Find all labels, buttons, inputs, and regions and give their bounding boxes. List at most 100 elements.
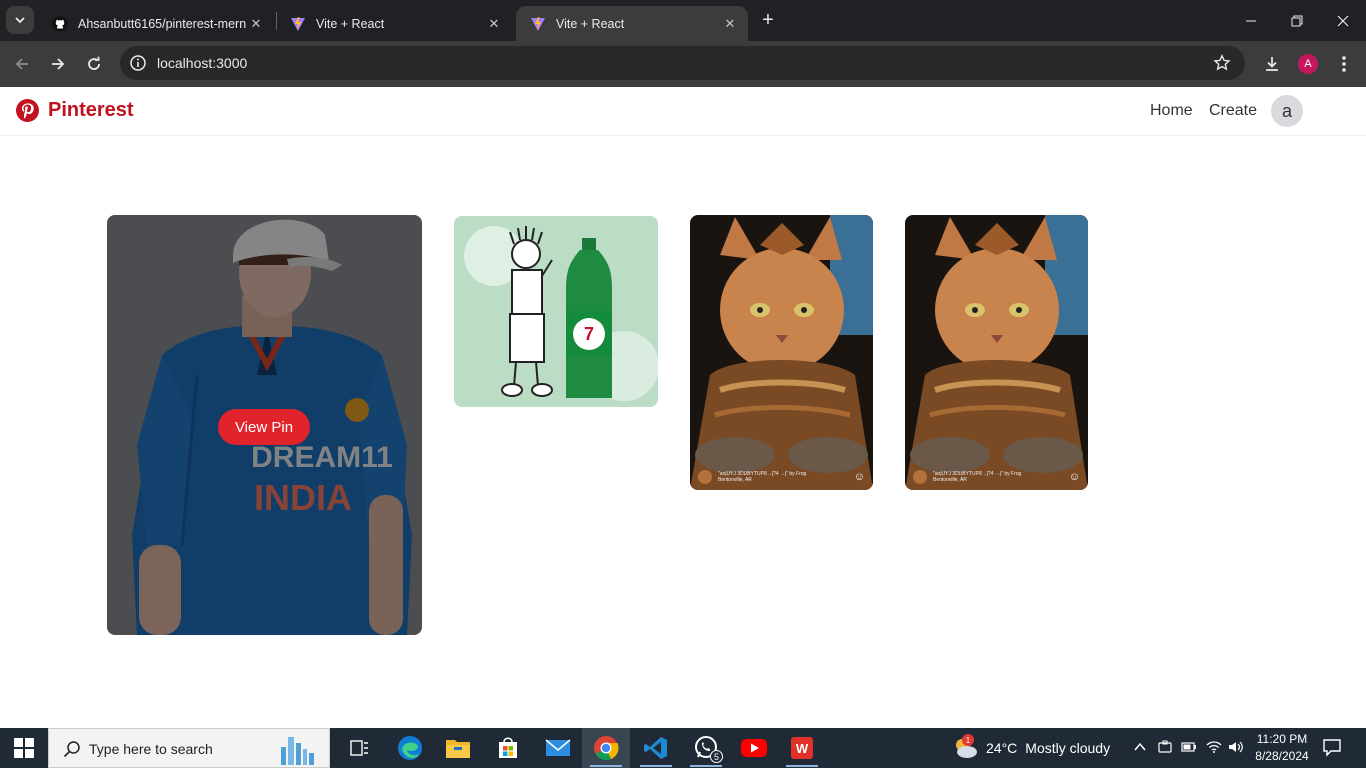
- browser-tab-vite-active[interactable]: Vite + React ✕: [516, 6, 748, 41]
- new-tab-button[interactable]: +: [756, 8, 780, 32]
- caption-text: "aojUYJ 3DUBYTUP8→[?4 →j" by Frog Bentonv…: [933, 471, 1022, 483]
- profile-button[interactable]: A: [1294, 50, 1322, 78]
- url-text[interactable]: localhost:3000: [157, 55, 247, 71]
- reload-icon: [88, 56, 100, 70]
- close-window-button[interactable]: [1320, 0, 1366, 41]
- close-tab-icon[interactable]: ✕: [246, 14, 266, 34]
- pin-card[interactable]: 7: [454, 216, 658, 407]
- close-tab-icon[interactable]: ✕: [484, 14, 504, 34]
- arrow-left-icon: [15, 58, 28, 70]
- browser-tab-bar: Ahsanbutt6165/pinterest-mern ✕ Vite + Re…: [0, 0, 1366, 41]
- back-button[interactable]: [8, 50, 36, 78]
- wifi-icon: [1206, 741, 1222, 753]
- close-tab-icon[interactable]: ✕: [720, 14, 740, 34]
- system-clock[interactable]: 11:20 PM 8/28/2024: [1250, 731, 1314, 765]
- forward-button[interactable]: [44, 50, 72, 78]
- file-explorer-icon: [446, 740, 470, 758]
- site-info-icon[interactable]: [129, 54, 147, 72]
- more-vertical-icon: [1342, 56, 1346, 72]
- minimize-icon: [1246, 20, 1256, 21]
- arrow-right-icon: [52, 58, 65, 70]
- pin-image-cat: [690, 215, 873, 490]
- pin-card[interactable]: DREAM11 INDIA View Pin: [107, 215, 422, 635]
- close-icon: [1337, 15, 1349, 26]
- start-button[interactable]: [14, 738, 34, 763]
- wps-icon: W: [791, 737, 813, 759]
- tab-title: Ahsanbutt6165/pinterest-mern: [78, 16, 246, 31]
- browser-tab-vite-1[interactable]: Vite + React ✕: [276, 6, 512, 41]
- pin-image-7up: 7: [454, 216, 658, 407]
- battery-button[interactable]: [1181, 740, 1197, 757]
- pin-caption: "aojUYJ 3DUBYTUP8→[?4 →j" by Frog Bentonv…: [905, 464, 1088, 490]
- youtube-taskbar-button[interactable]: [730, 728, 778, 768]
- minimize-button[interactable]: [1228, 0, 1274, 41]
- task-view-icon: [350, 740, 368, 756]
- taskbar-search[interactable]: Type here to search: [48, 728, 330, 768]
- file-explorer-taskbar-button[interactable]: [434, 728, 482, 768]
- chrome-taskbar-button[interactable]: [582, 728, 630, 768]
- tab-title: Vite + React: [316, 16, 385, 31]
- bookmark-star-icon[interactable]: [1213, 54, 1231, 72]
- chevron-down-icon: [15, 17, 25, 24]
- store-icon: [499, 737, 517, 758]
- downloads-button[interactable]: [1258, 50, 1286, 78]
- svg-text:7: 7: [584, 324, 594, 344]
- browser-menu-button[interactable]: [1330, 50, 1358, 78]
- search-icon: [63, 741, 80, 758]
- weather-alert-badge: 1: [962, 734, 974, 746]
- creator-badge-icon: ☺: [1068, 471, 1080, 483]
- pin-image-cat: [905, 215, 1088, 490]
- notification-center-button[interactable]: [1322, 737, 1342, 762]
- whatsapp-taskbar-button[interactable]: 5: [682, 728, 730, 768]
- reload-button[interactable]: [80, 50, 108, 78]
- volume-button[interactable]: [1228, 740, 1244, 757]
- search-highlight-illustration: [281, 737, 314, 765]
- github-icon: [52, 16, 68, 32]
- vite-icon: [290, 16, 306, 32]
- nav-create-link[interactable]: Create: [1209, 102, 1257, 120]
- search-placeholder: Type here to search: [89, 741, 213, 757]
- author-avatar: [913, 470, 927, 484]
- user-avatar[interactable]: a: [1271, 95, 1303, 127]
- browser-toolbar: localhost:3000 A: [0, 41, 1366, 87]
- vite-icon: [530, 16, 546, 32]
- wifi-button[interactable]: [1206, 740, 1222, 757]
- pin-caption: "aojUYJ 3DUBYTUP8→[?4 →j" by Frog Bentonv…: [690, 464, 873, 490]
- wps-taskbar-button[interactable]: W: [778, 728, 826, 768]
- cloudy-weather-icon: 1: [952, 734, 978, 759]
- browser-tab-github[interactable]: Ahsanbutt6165/pinterest-mern ✕: [38, 6, 274, 41]
- restore-button[interactable]: [1274, 0, 1320, 41]
- restore-icon: [1291, 15, 1303, 26]
- task-view-button[interactable]: [336, 728, 384, 768]
- weather-widget[interactable]: 1 24°C Mostly cloudy: [952, 728, 1110, 768]
- mail-taskbar-button[interactable]: [534, 728, 582, 768]
- address-bar[interactable]: localhost:3000: [120, 46, 1245, 80]
- pin-card[interactable]: "aojUYJ 3DUBYTUP8→[?4 →j" by Frog Bentonv…: [905, 215, 1088, 490]
- vscode-taskbar-button[interactable]: [632, 728, 680, 768]
- creator-badge-icon: ☺: [853, 471, 865, 483]
- vscode-icon: [644, 737, 667, 759]
- chevron-up-icon: [1134, 742, 1146, 751]
- chrome-icon: [594, 736, 619, 761]
- notification-icon: [1323, 739, 1341, 757]
- notification-count-badge: 5: [710, 750, 723, 763]
- meet-now-button[interactable]: [1158, 740, 1172, 757]
- caption-text: "aojUYJ 3DUBYTUP8→[?4 →j" by Frog Bentonv…: [718, 471, 807, 483]
- tray-overflow-button[interactable]: [1133, 740, 1147, 757]
- store-taskbar-button[interactable]: [484, 728, 532, 768]
- pin-card[interactable]: "aojUYJ 3DUBYTUP8→[?4 →j" by Frog Bentonv…: [690, 215, 873, 490]
- view-pin-button[interactable]: View Pin: [218, 409, 310, 445]
- edge-taskbar-button[interactable]: [386, 728, 434, 768]
- clock-time: 11:20 PM: [1256, 732, 1308, 746]
- brand-name: Pinterest: [48, 99, 134, 121]
- youtube-icon: [741, 739, 767, 757]
- brand-logo[interactable]: Pinterest: [16, 99, 134, 122]
- meet-now-icon: [1158, 740, 1172, 753]
- tab-search-button[interactable]: [6, 6, 34, 34]
- profile-avatar: A: [1298, 54, 1318, 74]
- author-avatar: [698, 470, 712, 484]
- nav-home-link[interactable]: Home: [1150, 102, 1193, 120]
- weather-condition: Mostly cloudy: [1025, 740, 1111, 756]
- windows-logo-icon: [14, 738, 34, 758]
- download-icon: [1266, 57, 1278, 71]
